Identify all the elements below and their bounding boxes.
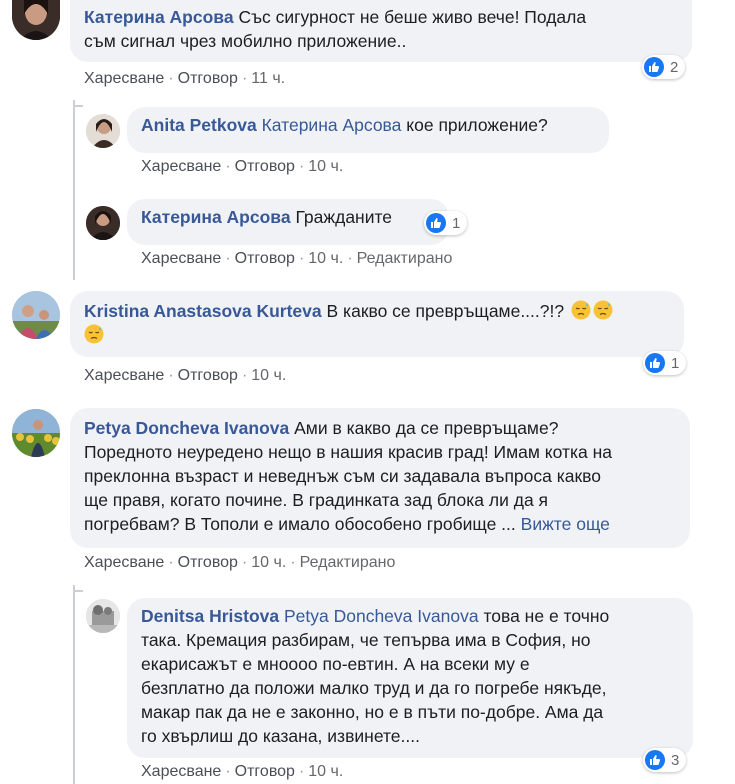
comment-time[interactable]: 10 ч.	[308, 158, 343, 175]
avatar[interactable]	[12, 409, 60, 457]
avatar[interactable]	[86, 599, 120, 633]
thread-line	[73, 585, 75, 784]
reaction-count-number: 1	[452, 214, 461, 232]
comment-bubble: Petya Doncheva Ivanova Ами в какво да се…	[70, 408, 690, 548]
comment-text: ще правя, когато почине. В градинката за…	[84, 490, 549, 510]
comment-actions: Харесване · Отговор · 10 ч.	[141, 158, 344, 175]
comment-author[interactable]: Катерина Арсова	[141, 207, 291, 227]
reply-link[interactable]: Отговор	[235, 763, 295, 780]
comment-text: така. Кремация разбирам, че тепърва има …	[141, 630, 591, 650]
comment-text: кое приложение?	[406, 115, 548, 135]
comment-author[interactable]: Denitsa Hristova	[141, 606, 279, 626]
comment-time[interactable]: 10 ч.	[308, 763, 343, 780]
comment-time[interactable]: 10 ч.	[251, 367, 286, 384]
avatar[interactable]	[12, 291, 60, 339]
reply-link[interactable]: Отговор	[178, 70, 238, 87]
comment-time[interactable]: 10 ч.	[308, 250, 343, 267]
comment-text: преклонна възраст и неведнъж съм си зада…	[84, 466, 602, 486]
comment-author[interactable]: Anita Petkova	[141, 115, 257, 135]
comment-actions: Харесване · Отговор · 10 ч. · Редактирано	[84, 554, 396, 571]
downcast-face-with-sweat-emoji	[593, 300, 613, 320]
comment-bubble: Катерина Арсова Гражданите	[127, 199, 449, 245]
like-link[interactable]: Харесване	[84, 554, 164, 571]
like-icon	[645, 353, 665, 373]
comment-actions: Харесване · Отговор · 10 ч. · Редактирано	[141, 250, 453, 267]
mention-link[interactable]: Petya Doncheva Ivanova	[284, 606, 479, 626]
thread-line	[73, 100, 75, 280]
reaction-count[interactable]: 1	[643, 351, 687, 375]
comment-text: безплатно да положи малко труд и да го п…	[141, 678, 607, 698]
reply-link[interactable]: Отговор	[235, 250, 295, 267]
comment-text: това не е точно	[483, 606, 610, 626]
comment-actions: Харесване · Отговор · 10 ч.	[84, 367, 287, 384]
avatar[interactable]	[86, 114, 120, 148]
comment-bubble: Kristina Anastasova Kurteva В какво се п…	[70, 291, 684, 357]
like-link[interactable]: Харесване	[141, 763, 221, 780]
like-link[interactable]: Харесване	[141, 250, 221, 267]
see-more-link[interactable]: Вижте още	[521, 514, 610, 534]
avatar[interactable]	[12, 0, 60, 40]
comment-text: екарисажът е мноооо по-евтин. А на всеки…	[141, 654, 530, 674]
downcast-face-with-sweat-emoji	[571, 300, 591, 320]
comment-text: Поредното неуредено нещо в нашия красив …	[84, 442, 613, 462]
comment-text: съм сигнал чрез мобилно приложение..	[84, 31, 407, 51]
reply-link[interactable]: Отговор	[178, 367, 238, 384]
thread-branch	[73, 105, 83, 107]
like-icon	[645, 750, 665, 770]
comment-text: го хвърлиш до казана, извинете....	[141, 726, 420, 746]
reaction-count[interactable]: 3	[643, 748, 687, 772]
reply-link[interactable]: Отговор	[235, 158, 295, 175]
edited-label[interactable]: Редактирано	[357, 250, 453, 267]
comment-actions: Харесване · Отговор · 10 ч.	[141, 763, 344, 780]
comment-text: Ами в какво да се превръщаме?	[294, 418, 559, 438]
like-link[interactable]: Харесване	[84, 70, 164, 87]
like-link[interactable]: Харесване	[84, 367, 164, 384]
comment-author[interactable]: Petya Doncheva Ivanova	[84, 418, 289, 438]
comment-text: В какво се превръщаме....?!?	[326, 301, 565, 321]
comment-time[interactable]: 10 ч.	[251, 554, 286, 571]
like-link[interactable]: Харесване	[141, 158, 221, 175]
reaction-count-number: 3	[671, 751, 680, 769]
comment-bubble: Denitsa Hristova Petya Doncheva Ivanova …	[127, 598, 693, 758]
reply-link[interactable]: Отговор	[178, 554, 238, 571]
reaction-count-number: 1	[671, 354, 680, 372]
comment-time[interactable]: 11 ч.	[251, 70, 285, 87]
reaction-count-number: 2	[670, 58, 679, 76]
avatar[interactable]	[86, 206, 120, 240]
comment-bubble: Катерина Арсова Със сигурност не беше жи…	[70, 0, 692, 62]
comment-author[interactable]: Катерина Арсова	[84, 7, 234, 27]
edited-label[interactable]: Редактирано	[300, 554, 396, 571]
comment-text: погребвам? В Тополи е имало обособено гр…	[84, 514, 516, 534]
mention-link[interactable]: Катерина Арсова	[262, 115, 402, 135]
comment-text: Гражданите	[295, 207, 393, 227]
comment-text: Със сигурност не беше живо вече! Подала	[238, 7, 587, 27]
like-icon	[644, 57, 664, 77]
like-icon	[426, 213, 446, 233]
reaction-count[interactable]: 1	[424, 211, 468, 235]
comment-text: макар пак да не е законно, но е в пъти п…	[141, 702, 604, 722]
comment-bubble: Anita Petkova Катерина Арсова кое прилож…	[127, 107, 609, 153]
downcast-face-with-sweat-emoji	[84, 324, 104, 344]
comment-actions: Харесване · Отговор · 11 ч.	[84, 70, 286, 87]
reaction-count[interactable]: 2	[642, 55, 686, 79]
comment-author[interactable]: Kristina Anastasova Kurteva	[84, 301, 322, 321]
thread-branch	[73, 590, 83, 592]
